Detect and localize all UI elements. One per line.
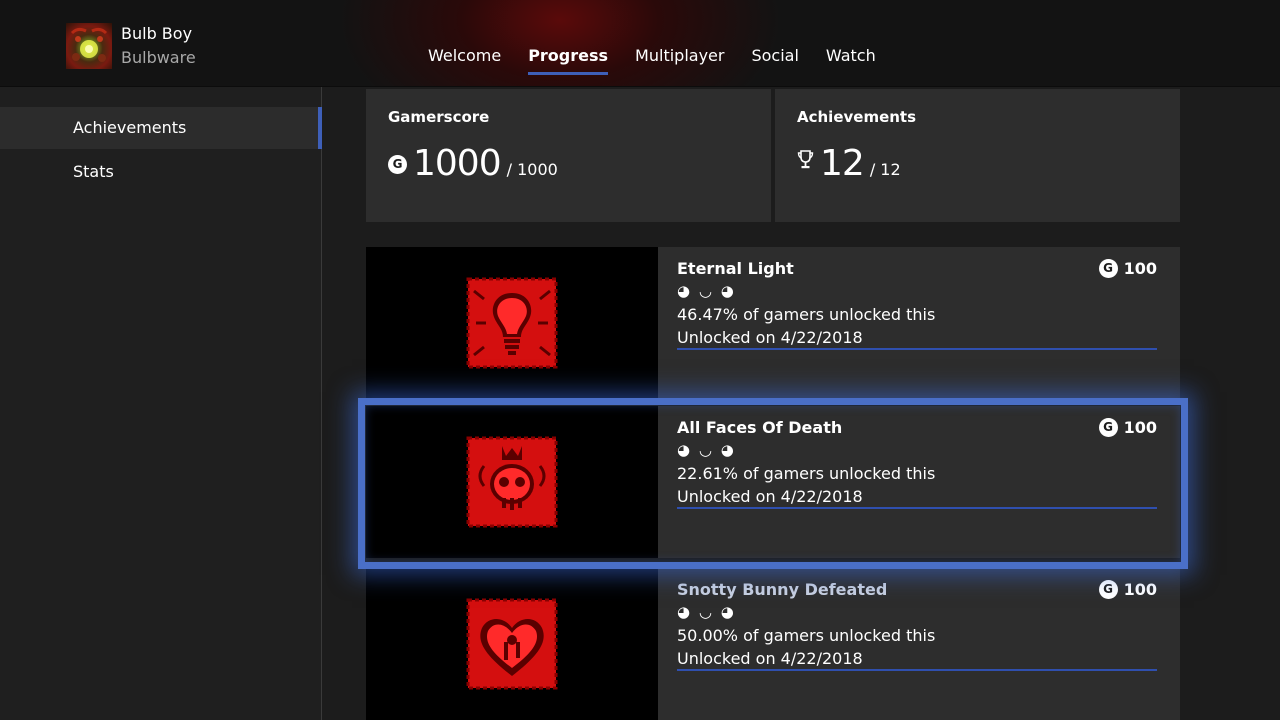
tab-bar: Welcome Progress Multiplayer Social Watc…: [428, 46, 903, 75]
rarity-faces-icon: ◕ ◡ ◕: [677, 603, 736, 621]
achievement-unlock-percent: 22.61% of gamers unlocked this: [677, 464, 936, 483]
achievement-points-value: 100: [1123, 418, 1157, 437]
sidebar: Achievements Stats: [0, 87, 322, 720]
rarity-faces-icon: ◕ ◡ ◕: [677, 441, 736, 459]
tab-watch[interactable]: Watch: [826, 46, 876, 73]
gamerscore-card: Gamerscore G 1000 / 1000: [366, 89, 771, 222]
heart-splat-icon: [466, 598, 558, 690]
achievement-progress-fill: [677, 507, 1157, 509]
sidebar-item-achievements[interactable]: Achievements: [0, 107, 322, 149]
achievement-points: G 100: [1098, 418, 1157, 437]
achievement-image: [366, 406, 658, 558]
achievement-unlock-date: Unlocked on 4/22/2018: [677, 328, 863, 347]
achievement-progress-fill: [677, 669, 1157, 671]
gamerscore-value-row: G 1000 / 1000: [388, 143, 558, 184]
achievements-total: / 12: [869, 160, 901, 179]
top-bar: Bulb Boy Bulbware Welcome Progress Multi…: [0, 0, 1280, 87]
achievement-name: Snotty Bunny Defeated: [677, 580, 888, 599]
achievement-points-value: 100: [1123, 580, 1157, 599]
achievement-unlock-percent: 50.00% of gamers unlocked this: [677, 626, 936, 645]
rarity-faces-icon: ◕ ◡ ◕: [677, 282, 736, 300]
game-title: Bulb Boy: [121, 24, 193, 43]
achievement-progress-bar: [677, 507, 1157, 509]
achievement-points: G 100: [1098, 580, 1157, 599]
achievement-points: G 100: [1098, 259, 1157, 278]
skull-crown-icon: [466, 436, 558, 528]
sidebar-item-stats[interactable]: Stats: [0, 151, 322, 193]
achievement-row[interactable]: Snotty Bunny Defeated ◕ ◡ ◕ 50.00% of ga…: [366, 568, 1180, 720]
achievement-unlock-percent: 46.47% of gamers unlocked this: [677, 305, 936, 324]
achievement-unlock-date: Unlocked on 4/22/2018: [677, 649, 863, 668]
gamerscore-icon: G: [388, 155, 407, 174]
gamerscore-icon: G: [1098, 418, 1118, 437]
achievement-progress-fill: [677, 348, 1157, 350]
game-publisher: Bulbware: [121, 48, 196, 67]
achievement-name: All Faces Of Death: [677, 418, 843, 437]
tab-welcome[interactable]: Welcome: [428, 46, 501, 73]
achievements-card: Achievements 12 / 12: [775, 89, 1180, 222]
gamerscore-total: / 1000: [506, 160, 558, 179]
achievement-points-value: 100: [1123, 259, 1157, 278]
achievement-name: Eternal Light: [677, 259, 794, 278]
gamerscore-icon: G: [1098, 259, 1118, 278]
gamerscore-title: Gamerscore: [388, 108, 490, 126]
lightbulb-icon: [466, 277, 558, 369]
achievement-row[interactable]: All Faces Of Death ◕ ◡ ◕ 22.61% of gamer…: [366, 406, 1180, 558]
achievement-unlock-date: Unlocked on 4/22/2018: [677, 487, 863, 506]
achievements-title: Achievements: [797, 108, 917, 126]
game-avatar: [66, 23, 112, 69]
trophy-icon: [797, 150, 814, 169]
tab-social[interactable]: Social: [751, 46, 798, 73]
tab-progress[interactable]: Progress: [528, 46, 608, 75]
gamerscore-value: 1000: [413, 143, 502, 184]
achievements-count: 12: [820, 143, 865, 184]
achievements-value-row: 12 / 12: [797, 143, 901, 184]
achievement-progress-bar: [677, 348, 1157, 350]
tab-multiplayer[interactable]: Multiplayer: [635, 46, 724, 73]
gamerscore-icon: G: [1098, 580, 1118, 599]
achievement-image: [366, 247, 658, 399]
achievement-row[interactable]: Eternal Light ◕ ◡ ◕ 46.47% of gamers unl…: [366, 247, 1180, 399]
achievement-image: [366, 568, 658, 720]
achievement-progress-bar: [677, 669, 1157, 671]
